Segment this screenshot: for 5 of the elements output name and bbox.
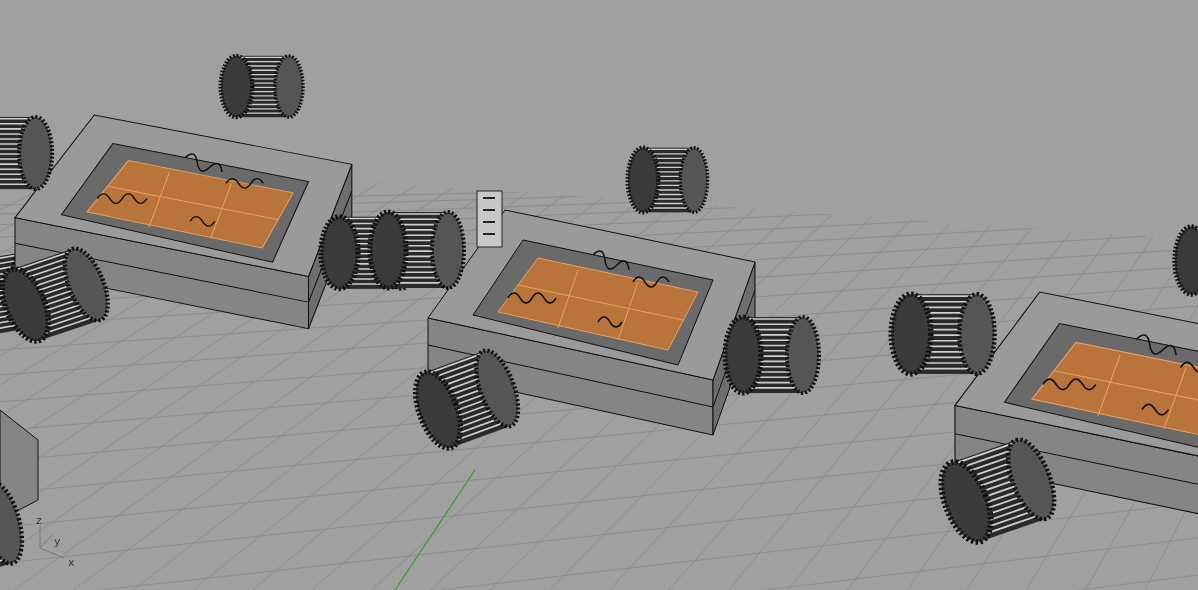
- axis-label: x: [68, 556, 75, 569]
- axis-label: y: [54, 535, 61, 548]
- axis-gizmo-icon: [39, 524, 65, 559]
- label-tag-icon: [476, 190, 503, 248]
- axis-label: z: [36, 514, 42, 527]
